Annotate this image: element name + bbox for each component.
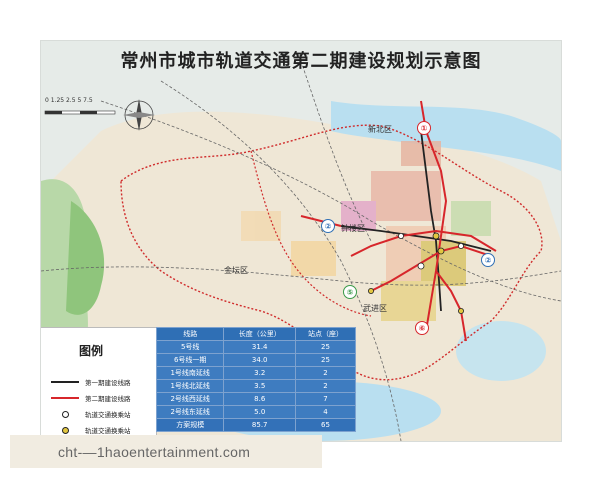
place-label-jintan: 金坛区: [224, 266, 248, 275]
table-cell: 7: [295, 392, 356, 406]
table-header-row: 线路 长度（公里） 站点（座）: [155, 327, 356, 341]
place-label-zhonglou: 钟楼区: [341, 224, 365, 233]
planning-map: 常州市城市轨道交通第二期建设规划示意图 0 1.25 2.5 5 7.5 新北区…: [40, 40, 562, 442]
line-stats-table: 线路 长度（公里） 站点（座） 5号线 31.4 25 6号线一期 34.0 25 1号…: [155, 327, 356, 432]
phase1-line-icon: [51, 381, 79, 383]
table-row: 2号线西延线 8.6 7: [155, 392, 356, 406]
table-cell: 25: [295, 340, 356, 354]
lake-east: [456, 321, 546, 381]
table-cell: 1号线北延线: [155, 379, 225, 393]
table-cell: 5.0: [223, 405, 297, 419]
table-cell: 3.2: [223, 366, 297, 380]
scale-bar: [44, 110, 116, 115]
table-total-row: 方案规模 85.7 65: [155, 418, 356, 432]
table-header-cell: 站点（座）: [295, 327, 356, 341]
table-row: 6号线一期 34.0 25: [155, 353, 356, 367]
map-title: 常州市城市轨道交通第二期建设规划示意图: [120, 51, 482, 72]
legend-label: 轨道交通换乘站: [85, 427, 131, 435]
table-row: 2号线东延线 5.0 4: [155, 405, 356, 419]
table-cell: 65: [295, 418, 356, 432]
table-cell: 8.6: [223, 392, 297, 406]
table-header-cell: 线路: [155, 327, 225, 341]
legend-item-phase2: 第二期建设线路: [51, 392, 131, 404]
table-cell: 2号线西延线: [155, 392, 225, 406]
legend-item-phase1: 第一期建设线路: [51, 376, 131, 388]
table-row: 5号线 31.4 25: [155, 340, 356, 354]
table-header-cell: 长度（公里）: [223, 327, 297, 341]
legend-item-transfer-open: 轨道交通换乘站: [51, 408, 131, 420]
table-cell: 1号线南延线: [155, 366, 225, 380]
place-label-xinbei: 新北区: [368, 125, 392, 134]
filled-circle-icon: [61, 426, 69, 434]
line-badge-1: ①: [417, 121, 431, 135]
table-row: 1号线北延线 3.5 2: [155, 379, 356, 393]
legend-label: 第二期建设线路: [85, 395, 131, 403]
line-badge-2: ②: [321, 219, 335, 233]
line-badge-6: ⑥: [415, 321, 429, 335]
legend-title: 图例: [79, 344, 104, 358]
legend-label: 轨道交通换乘站: [85, 411, 131, 419]
legend: 图例 第一期建设线路 第二期建设线路 轨道交通换乘站 轨道交通换乘站: [41, 327, 157, 441]
table-cell: 25: [295, 353, 356, 367]
table-cell: 2: [295, 379, 356, 393]
table-cell: 4: [295, 405, 356, 419]
line-badge-2-east: ②: [481, 253, 495, 267]
table-cell: 方案规模: [155, 418, 225, 432]
table-cell: 85.7: [223, 418, 297, 432]
table-cell: 3.5: [223, 379, 297, 393]
open-circle-icon: [61, 410, 69, 418]
line-badge-5: ⑤: [343, 285, 357, 299]
table-row: 1号线南延线 3.2 2: [155, 366, 356, 380]
table-cell: 6号线一期: [155, 353, 225, 367]
watermark-text: cht-—1haoentertainment.com: [58, 443, 251, 460]
table-cell: 2号线东延线: [155, 405, 225, 419]
phase2-line-icon: [51, 397, 79, 399]
table-cell: 34.0: [223, 353, 297, 367]
table-cell: 2: [295, 366, 356, 380]
legend-label: 第一期建设线路: [85, 379, 131, 387]
watermark-banner: cht-—1haoentertainment.com: [10, 435, 322, 468]
table-cell: 5号线: [155, 340, 225, 354]
place-label-wujin: 武进区: [363, 304, 387, 313]
table-cell: 31.4: [223, 340, 297, 354]
scale-label: 0 1.25 2.5 5 7.5: [45, 97, 93, 104]
